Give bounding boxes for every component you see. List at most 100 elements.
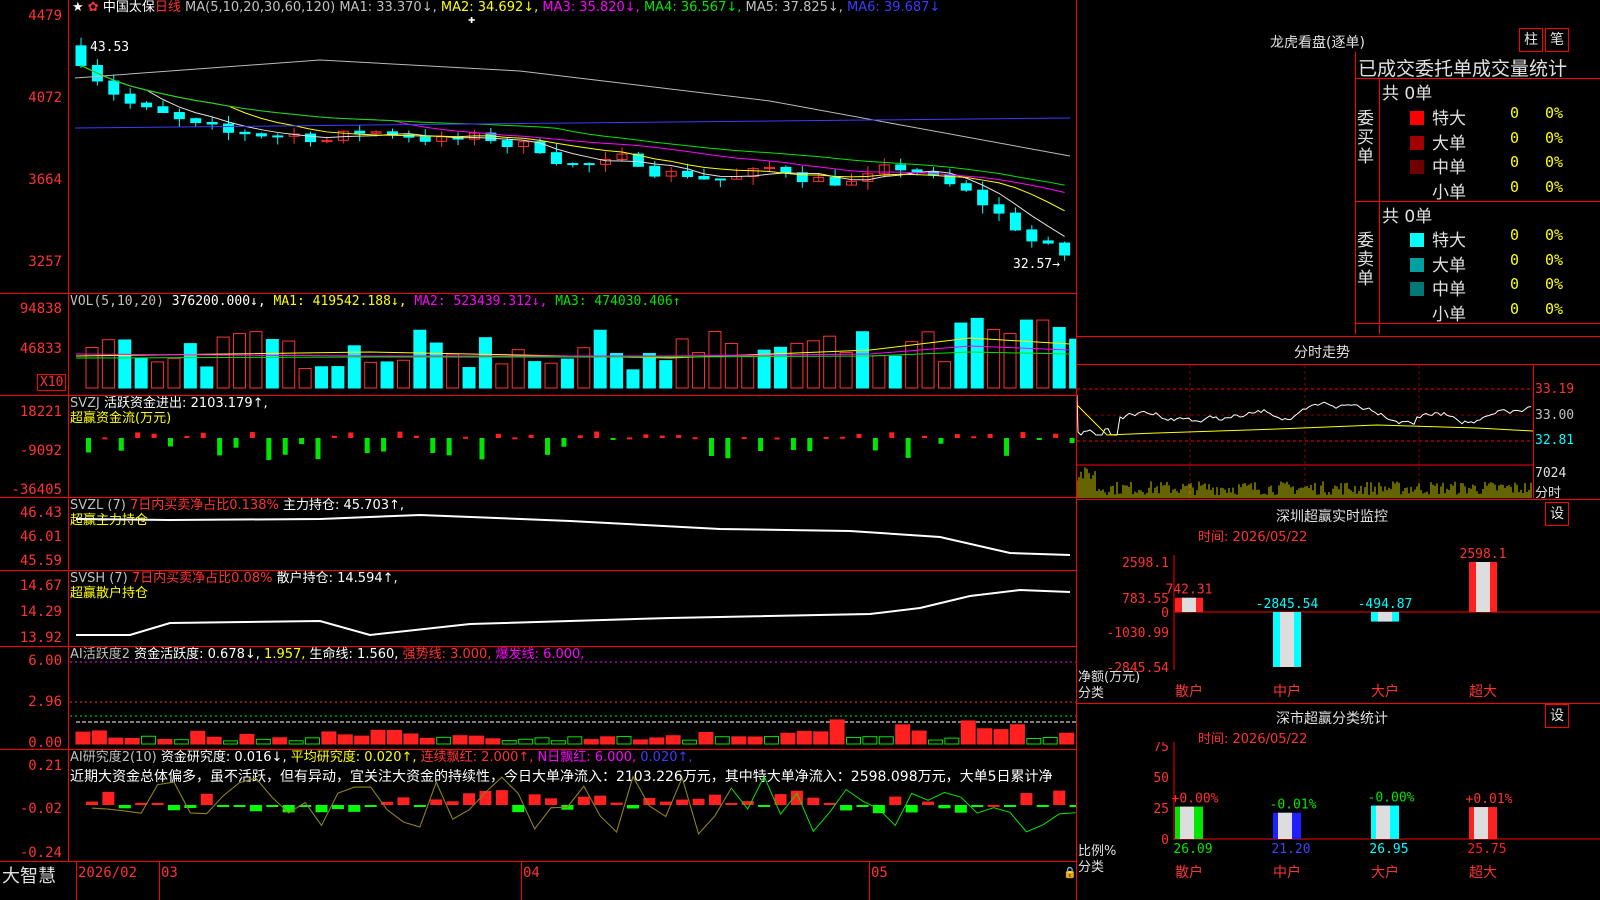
svsh-chart[interactable] <box>70 578 1076 646</box>
tick-view-button[interactable]: 笔 <box>1545 28 1569 52</box>
ai1-bar <box>1026 738 1042 745</box>
pin-icon[interactable]: ✿ <box>88 0 99 15</box>
ai1-bar <box>452 735 468 745</box>
ai2-bar <box>1004 805 1017 807</box>
ai1-bar <box>944 737 960 745</box>
date-label-0: 2026/02 <box>78 865 138 881</box>
volume-bar <box>708 331 722 389</box>
sc-settings-button[interactable]: 设 <box>1545 704 1569 728</box>
svzj-bar <box>315 438 321 460</box>
svzj-chart[interactable] <box>70 405 1076 495</box>
ai2-bar <box>495 790 508 805</box>
buy-row-pct: 0% <box>1545 128 1564 147</box>
star-icon[interactable]: ★ <box>72 0 84 15</box>
svsh-line <box>76 588 1071 637</box>
sz-cat-label: 散户 <box>1175 683 1203 700</box>
volume-chart[interactable] <box>70 310 1076 390</box>
svzj-bar <box>463 436 469 439</box>
intraday-chart[interactable] <box>1077 365 1533 498</box>
svzj-bar <box>102 437 108 440</box>
brand-logo[interactable]: 大智慧 <box>2 862 56 888</box>
sell-row-pct: 0% <box>1545 275 1564 293</box>
candle-body <box>583 163 595 166</box>
legend-swatch <box>1410 135 1424 150</box>
sell-row-pct: 0% <box>1545 226 1564 244</box>
ai1-bar <box>468 735 484 745</box>
ai2-bar <box>545 798 558 805</box>
candle-body <box>649 165 661 177</box>
svzj-bar <box>1069 438 1075 444</box>
lh-title: 龙虎看盘(逐单) <box>1270 35 1365 51</box>
ai2-bar <box>1036 805 1049 807</box>
date-label-2: 04 <box>523 865 540 881</box>
svzj-bar <box>922 435 928 438</box>
candle-body <box>567 163 579 166</box>
sell-row-count: 0 <box>1510 299 1520 318</box>
ai1-bar <box>272 737 288 745</box>
candle-body <box>255 133 267 137</box>
price-panel-header: ★ ✿ 中国太保日线 MA(5,10,20,30,60,120) MA1: 33… <box>72 0 940 16</box>
period-label[interactable]: 日线 <box>155 0 181 15</box>
sz-monitor-chart[interactable]: 2598.1783.550-1030.99-2845.54742.31散户-28… <box>1077 540 1600 700</box>
ai1-chart[interactable] <box>70 660 1076 748</box>
vol-ma3-value: MA3: 474030.406↑ <box>547 294 681 309</box>
svzl-line <box>75 513 1071 556</box>
ai1-bar <box>878 736 894 745</box>
price-axis-0: 4479 <box>28 8 62 24</box>
volume-bar <box>577 347 591 389</box>
candle-body <box>190 118 202 123</box>
ai2-bar <box>217 805 230 807</box>
svzj-bar <box>741 436 747 439</box>
sell-row-pct: 0% <box>1545 250 1564 269</box>
ai1-axis-0: 6.00 <box>28 653 62 669</box>
sz-axis-tick: 783.55 <box>1122 592 1169 607</box>
svzj-bar <box>545 438 551 455</box>
ma1-value: MA1: 33.370↓, <box>339 0 437 15</box>
svzj-bar <box>1036 438 1042 440</box>
sell-row-name: 中单 <box>1432 280 1466 300</box>
ai2-chart[interactable] <box>70 765 1076 861</box>
svzj-bar <box>1053 433 1059 438</box>
svzj-bar <box>987 433 993 438</box>
ai1-bar <box>75 731 91 745</box>
ai2-bar <box>1020 793 1033 805</box>
buy-row-name: 大单 <box>1432 133 1466 154</box>
volume-bar <box>757 349 771 389</box>
volume-bar <box>937 361 951 389</box>
svzj-bar <box>135 432 141 438</box>
candle-body <box>419 136 431 142</box>
ai2-bar <box>708 794 721 805</box>
ai1-bar <box>206 736 222 745</box>
ai1-bar <box>321 731 337 745</box>
candle-body <box>206 121 218 125</box>
ai1-bar <box>518 738 534 745</box>
candle-body <box>124 93 136 104</box>
sz-settings-button[interactable]: 设 <box>1545 502 1569 526</box>
ai2-bar <box>610 802 623 805</box>
sz-bar-value: -494.87 <box>1358 597 1413 612</box>
sell-row: 中单 0 0% <box>1410 275 1563 300</box>
candlestick-chart[interactable] <box>70 16 1076 294</box>
column-view-button[interactable]: 柱 <box>1519 28 1543 52</box>
lock-icon[interactable]: 🔒 <box>1063 866 1077 879</box>
svzj-bar <box>200 432 206 438</box>
svzj-axis-0: 18221 <box>19 404 62 420</box>
svzj-bar <box>348 432 354 438</box>
buy-row-name: 小单 <box>1432 182 1466 203</box>
sc-cat-label: 散户 <box>1175 864 1203 881</box>
stock-name[interactable]: 中国太保 <box>103 0 155 15</box>
svzj-bar <box>594 431 600 438</box>
legend-swatch <box>1410 257 1424 272</box>
vol-unit-box[interactable]: X10 <box>37 374 67 391</box>
ma2-value: MA2: 34.692↓, <box>436 0 539 15</box>
sc-ratio-chart[interactable]: 75 50 25 0 +0.00% 26.09 散户 -0.01% 21.20 中户 -0.00% 2… <box>1077 742 1600 900</box>
ai1-bar <box>780 732 796 745</box>
ai1-bar <box>305 737 321 745</box>
svzj-bar <box>118 438 124 451</box>
ai2-bar <box>233 805 246 807</box>
ai2-bar <box>200 793 213 805</box>
ai1-bar <box>747 736 763 745</box>
ai2-axis-2: -0.24 <box>19 845 62 861</box>
svzl-chart[interactable] <box>70 505 1076 570</box>
sz-bar-value: 742.31 <box>1166 583 1213 598</box>
